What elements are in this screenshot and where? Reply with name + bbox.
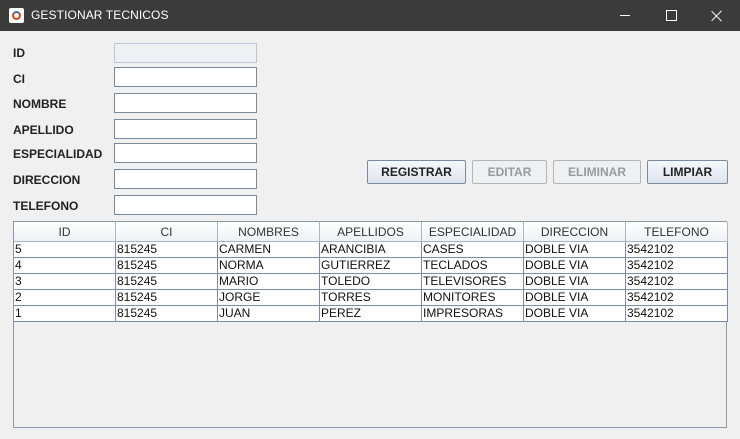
- label-id: ID: [13, 46, 25, 60]
- direccion-field[interactable]: [114, 169, 257, 189]
- table-row[interactable]: 4 815245 NORMA GUTIERREZ TECLADOS DOBLE …: [14, 257, 728, 274]
- cell-direccion[interactable]: DOBLE VIA: [523, 273, 626, 290]
- cell-telefono[interactable]: 3542102: [625, 289, 728, 306]
- cell-nombres[interactable]: JUAN: [217, 305, 320, 322]
- label-ci: CI: [13, 72, 25, 86]
- cell-apellidos[interactable]: ARANCIBIA: [319, 241, 422, 258]
- table-row[interactable]: 1 815245 JUAN PEREZ IMPRESORAS DOBLE VIA…: [14, 305, 728, 322]
- cell-nombres[interactable]: NORMA: [217, 257, 320, 274]
- tecnicos-table-scrollpane[interactable]: ID CI NOMBRES APELLIDOS ESPECIALIDAD DIR…: [13, 221, 728, 428]
- cell-especialidad[interactable]: MONITORES: [421, 289, 524, 306]
- minimize-button[interactable]: [602, 0, 648, 31]
- column-header-ci[interactable]: CI: [115, 222, 218, 242]
- cell-telefono[interactable]: 3542102: [625, 257, 728, 274]
- nombre-field[interactable]: [114, 93, 257, 113]
- cell-direccion[interactable]: DOBLE VIA: [523, 289, 626, 306]
- cell-direccion[interactable]: DOBLE VIA: [523, 257, 626, 274]
- minimize-icon: [620, 15, 630, 16]
- editar-button: EDITAR: [472, 160, 547, 184]
- maximize-icon: [665, 10, 677, 21]
- cell-id[interactable]: 4: [14, 257, 116, 274]
- cell-id[interactable]: 3: [14, 273, 116, 290]
- close-button[interactable]: [694, 0, 740, 31]
- cell-telefono[interactable]: 3542102: [625, 305, 728, 322]
- cell-especialidad[interactable]: TELEVISORES: [421, 273, 524, 290]
- cell-especialidad[interactable]: IMPRESORAS: [421, 305, 524, 322]
- telefono-field[interactable]: [114, 195, 257, 215]
- cell-apellidos[interactable]: TORRES: [319, 289, 422, 306]
- cell-nombres[interactable]: CARMEN: [217, 241, 320, 258]
- cell-especialidad[interactable]: CASES: [421, 241, 524, 258]
- cell-apellidos[interactable]: TOLEDO: [319, 273, 422, 290]
- cell-nombres[interactable]: JORGE: [217, 289, 320, 306]
- window-title: GESTIONAR TECNICOS: [31, 8, 169, 22]
- maximize-button[interactable]: [648, 0, 694, 31]
- cell-ci[interactable]: 815245: [115, 289, 218, 306]
- table-row[interactable]: 2 815245 JORGE TORRES MONITORES DOBLE VI…: [14, 289, 728, 306]
- cell-id[interactable]: 2: [14, 289, 116, 306]
- especialidad-field[interactable]: [114, 143, 257, 163]
- ci-field[interactable]: [114, 67, 257, 87]
- cell-ci[interactable]: 815245: [115, 273, 218, 290]
- label-apellido: APELLIDO: [13, 123, 74, 137]
- column-header-apellidos[interactable]: APELLIDOS: [319, 222, 422, 242]
- cell-ci[interactable]: 815245: [115, 305, 218, 322]
- table-row[interactable]: 5 815245 CARMEN ARANCIBIA CASES DOBLE VI…: [14, 241, 728, 258]
- table-row[interactable]: 3 815245 MARIO TOLEDO TELEVISORES DOBLE …: [14, 273, 728, 290]
- label-especialidad: ESPECIALIDAD: [13, 147, 103, 161]
- close-icon: [711, 10, 723, 22]
- cell-id[interactable]: 5: [14, 241, 116, 258]
- limpiar-button[interactable]: LIMPIAR: [647, 160, 728, 184]
- eliminar-button: ELIMINAR: [553, 160, 641, 184]
- label-telefono: TELEFONO: [13, 199, 79, 213]
- apellido-field[interactable]: [114, 119, 257, 139]
- cell-ci[interactable]: 815245: [115, 257, 218, 274]
- table-header-row: ID CI NOMBRES APELLIDOS ESPECIALIDAD DIR…: [14, 222, 728, 242]
- cell-telefono[interactable]: 3542102: [625, 241, 728, 258]
- cell-id[interactable]: 1: [14, 305, 116, 322]
- cell-direccion[interactable]: DOBLE VIA: [523, 241, 626, 258]
- label-direccion: DIRECCION: [13, 173, 81, 187]
- id-field: [114, 43, 257, 63]
- cell-nombres[interactable]: MARIO: [217, 273, 320, 290]
- cell-direccion[interactable]: DOBLE VIA: [523, 305, 626, 322]
- cell-telefono[interactable]: 3542102: [625, 273, 728, 290]
- tecnicos-table[interactable]: ID CI NOMBRES APELLIDOS ESPECIALIDAD DIR…: [14, 222, 728, 322]
- column-header-direccion[interactable]: DIRECCION: [523, 222, 626, 242]
- column-header-especialidad[interactable]: ESPECIALIDAD: [421, 222, 524, 242]
- label-nombre: NOMBRE: [13, 97, 67, 111]
- title-bar: GESTIONAR TECNICOS: [0, 0, 740, 31]
- java-app-icon: [9, 8, 24, 23]
- cell-apellidos[interactable]: PEREZ: [319, 305, 422, 322]
- cell-apellidos[interactable]: GUTIERREZ: [319, 257, 422, 274]
- column-header-telefono[interactable]: TELEFONO: [625, 222, 728, 242]
- cell-especialidad[interactable]: TECLADOS: [421, 257, 524, 274]
- column-header-id[interactable]: ID: [14, 222, 116, 242]
- cell-ci[interactable]: 815245: [115, 241, 218, 258]
- registrar-button[interactable]: REGISTRAR: [367, 160, 466, 184]
- column-header-nombres[interactable]: NOMBRES: [217, 222, 320, 242]
